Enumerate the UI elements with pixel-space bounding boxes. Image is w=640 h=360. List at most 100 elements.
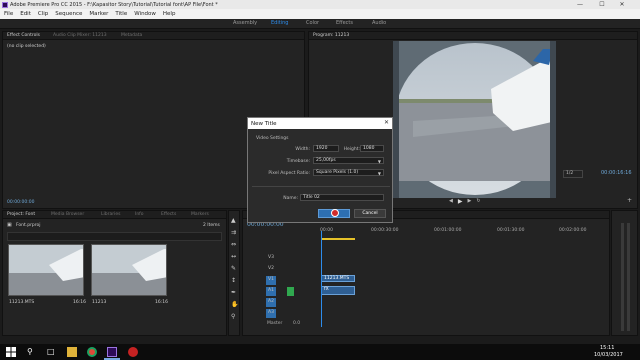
track-v1-label: V1 — [268, 277, 274, 282]
maximize-button[interactable]: ☐ — [592, 0, 612, 9]
window-title: Adobe Premiere Pro CC 2015 - F:\Kapasito… — [10, 1, 218, 8]
tab-metadata[interactable]: Metadata — [121, 33, 142, 38]
tab-libraries[interactable]: Libraries — [101, 212, 120, 217]
timeline-panel: 00:00:00:00 00:00 00:00:30:00 00:01:00:0… — [242, 210, 610, 336]
tab-audio-clip-mixer[interactable]: Audio Clip Mixer: 11213 — [53, 33, 107, 38]
track-v1-header: V1 — [253, 276, 317, 285]
clock-time[interactable]: 15:11 — [600, 345, 614, 351]
master-label: Master — [267, 321, 283, 326]
zoom-fit-select[interactable]: 1/2 — [563, 170, 583, 178]
video-clip[interactable]: 11213.MTS — [321, 275, 355, 282]
close-button[interactable]: ✕ — [612, 0, 632, 9]
slip-tool-icon[interactable]: ↕ — [231, 277, 236, 284]
step-back-icon[interactable]: ◀ — [449, 198, 453, 204]
ripple-edit-tool-icon[interactable]: ⇔ — [231, 241, 236, 248]
play-icon[interactable]: ▶ — [458, 198, 463, 205]
pen-tool-icon[interactable]: ✒ — [231, 289, 236, 296]
workspace-effects[interactable]: Effects — [336, 20, 353, 26]
step-forward-icon[interactable]: ▶ — [467, 198, 471, 204]
menu-title[interactable]: Title — [115, 11, 127, 17]
ruler-label-60: 00:01:00:00 — [434, 228, 462, 233]
workspace-assembly[interactable]: Assembly — [233, 20, 257, 26]
tab-media-browser[interactable]: Media Browser — [51, 212, 84, 217]
hand-tool-icon[interactable]: ✋ — [231, 301, 238, 308]
menu-bar: File Edit Clip Sequence Marker Title Win… — [0, 9, 640, 19]
menu-window[interactable]: Window — [134, 11, 156, 17]
tab-program[interactable]: Program: 11213 — [313, 33, 349, 38]
clip-thumbnail[interactable] — [8, 244, 84, 296]
track-a1-header: A1 — [253, 287, 317, 296]
sequence-name: 11213 — [92, 300, 107, 305]
loop-icon[interactable]: ↻ — [476, 198, 480, 204]
no-clip-message: (no clip selected) — [7, 44, 46, 49]
tab-effects[interactable]: Effects — [161, 212, 176, 217]
height-input[interactable]: 1080 — [360, 145, 384, 152]
premiere-app-icon — [2, 1, 8, 8]
playhead[interactable] — [321, 231, 322, 327]
dialog-title: New Title — [251, 120, 277, 127]
new-title-dialog: New Title ✕ Video Settings Width: 1920 H… — [247, 117, 393, 223]
workspace-editing[interactable]: Editing — [271, 20, 288, 26]
track-a1-label: A1 — [268, 288, 274, 293]
effect-controls-tabs: Effect Controls Audio Clip Mixer: 11213 … — [3, 32, 304, 40]
tab-markers[interactable]: Markers — [191, 212, 209, 217]
program-video-frame — [393, 41, 556, 198]
track-select-tool-icon[interactable]: ⇉ — [231, 229, 236, 236]
tab-effect-controls[interactable]: Effect Controls — [7, 33, 40, 38]
chrome-icon[interactable] — [87, 347, 97, 357]
clip-duration: 16:16 — [73, 300, 86, 305]
menu-file[interactable]: File — [4, 11, 13, 17]
airplane-wing-image — [393, 41, 556, 198]
clip-name: 11213.MTS — [9, 300, 35, 305]
premiere-taskbar-icon[interactable] — [107, 347, 117, 357]
menu-marker[interactable]: Marker — [89, 11, 108, 17]
tab-project[interactable]: Project: Font — [7, 212, 35, 217]
track-a2-header: A2 — [253, 298, 317, 307]
cancel-button[interactable]: Cancel — [354, 209, 386, 218]
sequence-duration: 16:16 — [155, 300, 168, 305]
menu-sequence[interactable]: Sequence — [55, 11, 82, 17]
ruler-label-120: 00:02:00:00 — [559, 228, 587, 233]
file-explorer-icon[interactable] — [67, 347, 77, 357]
project-search-input[interactable] — [7, 232, 222, 241]
work-area-bar[interactable] — [321, 238, 355, 240]
project-file-name: Font.prproj — [16, 223, 41, 228]
rate-stretch-tool-icon[interactable]: ↔ — [231, 253, 236, 260]
name-input[interactable]: Title 02 — [300, 194, 384, 201]
window-titlebar: Adobe Premiere Pro CC 2015 - F:\Kapasito… — [0, 0, 640, 9]
menu-edit[interactable]: Edit — [20, 11, 31, 17]
windows-start-icon[interactable] — [6, 347, 16, 357]
pixel-aspect-select[interactable]: Square Pixels (1.0) ▼ — [313, 169, 384, 176]
search-icon[interactable]: ⚲ — [27, 347, 33, 356]
tab-info[interactable]: Info — [135, 212, 144, 217]
selection-tool-icon[interactable]: ▲ — [231, 217, 236, 224]
workspace-audio[interactable]: Audio — [372, 20, 386, 26]
timebase-select[interactable]: 25,00fps ▼ — [313, 157, 384, 164]
workspace-color[interactable]: Color — [306, 20, 319, 26]
sequence-thumbnail[interactable] — [91, 244, 167, 296]
clip-thumbnail-image — [9, 245, 83, 295]
add-button-icon[interactable]: + — [627, 197, 632, 204]
pixel-aspect-label: Pixel Aspect Ratio: — [268, 171, 310, 176]
task-view-icon[interactable]: □ — [47, 347, 55, 356]
track-v2-label: V2 — [268, 266, 274, 271]
razor-tool-icon[interactable]: ✎ — [231, 265, 236, 272]
folder-icon: ▣ — [7, 222, 12, 228]
menu-clip[interactable]: Clip — [38, 11, 48, 17]
track-a1-solo[interactable] — [287, 287, 294, 296]
video-settings-heading: Video Settings — [256, 136, 289, 141]
track-a3-header: A3 — [253, 309, 317, 318]
audio-clip[interactable]: fX — [321, 286, 355, 295]
width-input[interactable]: 1920 — [313, 145, 339, 152]
menu-help[interactable]: Help — [163, 11, 176, 17]
workspace-bar: Assembly Editing Color Effects Audio — [0, 19, 640, 29]
height-label: Height: — [343, 147, 360, 152]
dialog-close-icon[interactable]: ✕ — [384, 119, 389, 126]
minimize-button[interactable]: — — [570, 0, 590, 9]
zoom-tool-icon[interactable]: ⚲ — [231, 313, 235, 320]
timebase-label: Timebase: — [286, 159, 310, 164]
clock-date[interactable]: 10/03/2017 — [594, 352, 623, 358]
master-value[interactable]: 0.0 — [293, 321, 300, 326]
meter-right — [627, 223, 630, 331]
recorder-icon[interactable] — [128, 347, 138, 357]
